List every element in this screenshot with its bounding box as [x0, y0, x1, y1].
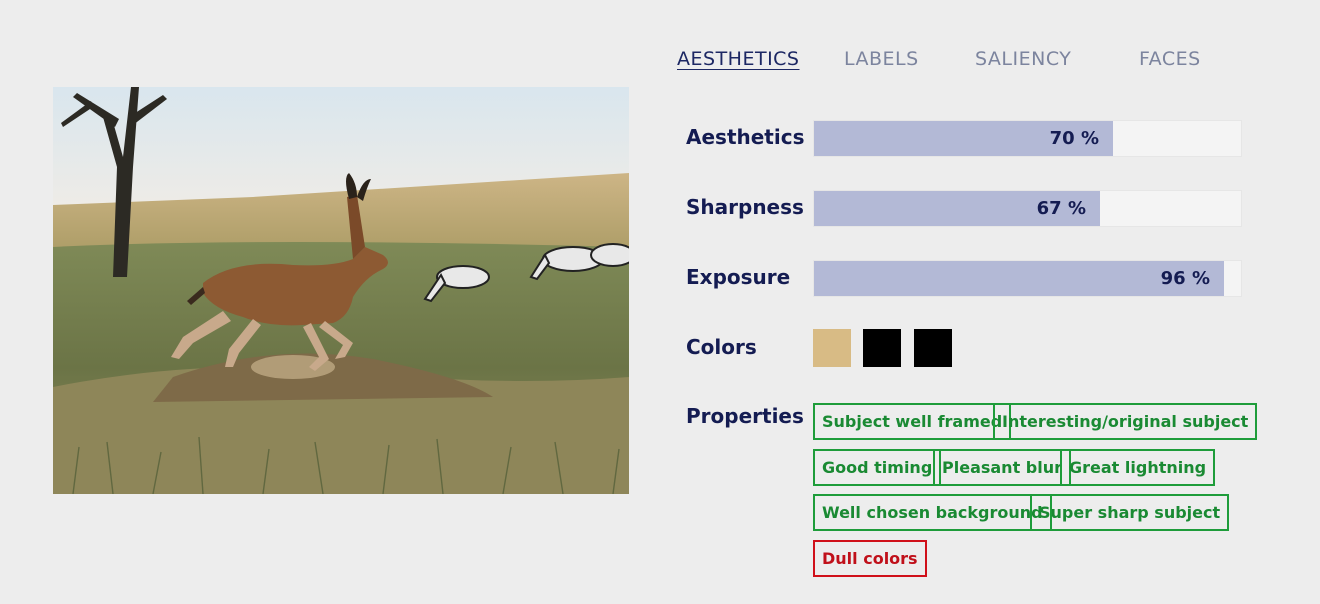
colors-label: Colors	[686, 335, 757, 359]
aesthetics-bar: 70 %	[813, 120, 1242, 157]
property-tag-positive: Super sharp subject	[1030, 494, 1230, 531]
sharpness-label: Sharpness	[686, 195, 804, 219]
property-tag-positive: Subject well framed	[813, 403, 1012, 440]
aesthetics-value: 70 %	[1049, 128, 1099, 149]
tab-faces[interactable]: FACES	[1139, 48, 1201, 70]
photo-antelope-zebras	[53, 87, 629, 494]
properties-label: Properties	[686, 404, 804, 428]
tab-labels[interactable]: LABELS	[844, 48, 919, 70]
sharpness-bar: 67 %	[813, 190, 1242, 227]
property-tag-positive: Interesting/original subject	[993, 403, 1258, 440]
tab-aesthetics[interactable]: AESTHETICS	[677, 48, 800, 70]
property-tag-positive: Well chosen background	[813, 494, 1052, 531]
app-root: AESTHETICS LABELS SALIENCY FACES Aesthet…	[0, 0, 1320, 604]
analyzed-photo	[53, 87, 629, 494]
sharpness-value: 67 %	[1036, 198, 1086, 219]
color-swatch-1	[813, 329, 851, 367]
color-swatch-2	[863, 329, 901, 367]
exposure-bar: 96 %	[813, 260, 1242, 297]
property-tag-positive: Great lightning	[1060, 449, 1216, 486]
color-swatches	[813, 329, 973, 367]
property-tag-negative: Dull colors	[813, 540, 927, 577]
exposure-value: 96 %	[1160, 268, 1210, 289]
property-tag-positive: Pleasant blur	[933, 449, 1072, 486]
tab-saliency[interactable]: SALIENCY	[975, 48, 1071, 70]
exposure-label: Exposure	[686, 265, 791, 289]
color-swatch-3	[914, 329, 952, 367]
property-tag-positive: Good timing	[813, 449, 942, 486]
tab-bar: AESTHETICS LABELS SALIENCY FACES	[677, 48, 1237, 78]
aesthetics-label: Aesthetics	[686, 125, 805, 149]
